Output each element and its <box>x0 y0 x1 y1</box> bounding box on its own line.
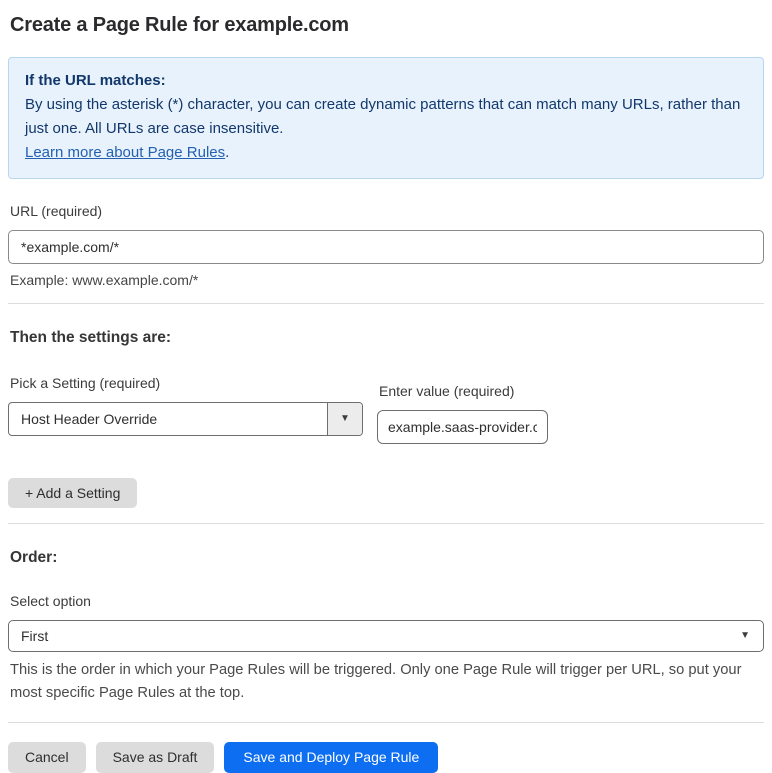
order-section-heading: Order: <box>10 549 58 566</box>
setting-picker-dropdown-button[interactable]: ▼ <box>327 403 362 435</box>
page-title: Create a Page Rule for example.com <box>10 14 349 36</box>
save-as-draft-button[interactable]: Save as Draft <box>95 741 215 773</box>
setting-picker-label: Pick a Setting (required) <box>10 375 161 391</box>
setting-value-column: Enter value (required) <box>377 383 548 444</box>
cancel-button[interactable]: Cancel <box>8 741 86 773</box>
info-box-body-text: By using the asterisk (*) character, you… <box>25 96 741 137</box>
order-selected-value: First <box>21 628 49 644</box>
url-input[interactable] <box>8 230 764 264</box>
order-select[interactable]: First ▼ <box>8 620 764 652</box>
setting-value-label: Enter value (required) <box>379 383 515 399</box>
order-help-text: This is the order in which your Page Rul… <box>10 662 742 701</box>
add-setting-button[interactable]: + Add a Setting <box>8 478 138 508</box>
divider <box>8 303 764 304</box>
setting-value-input[interactable] <box>377 410 548 444</box>
info-box-body: By using the asterisk (*) character, you… <box>25 93 747 165</box>
learn-more-link[interactable]: Learn more about Page Rules <box>25 144 225 161</box>
divider <box>8 523 764 524</box>
setting-picker-selected-value: Host Header Override <box>21 411 158 427</box>
save-and-deploy-button[interactable]: Save and Deploy Page Rule <box>224 741 439 773</box>
settings-section-heading: Then the settings are: <box>10 329 172 346</box>
chevron-down-icon: ▼ <box>340 413 350 424</box>
divider <box>8 721 764 723</box>
info-box-heading: If the URL matches: <box>25 72 166 89</box>
setting-picker-column: Pick a Setting (required) Host Header Ov… <box>8 375 363 436</box>
url-matches-info-box: If the URL matches: By using the asteris… <box>8 57 764 179</box>
setting-row: Pick a Setting (required) Host Header Ov… <box>8 375 764 444</box>
chevron-down-icon: ▼ <box>740 630 750 641</box>
link-period: . <box>225 144 230 161</box>
footer-button-row: Cancel Save as Draft Save and Deploy Pag… <box>8 741 764 773</box>
setting-picker-select[interactable]: Host Header Override ▼ <box>8 402 363 436</box>
url-example-text: Example: www.example.com/* <box>10 272 199 288</box>
url-field-label: URL (required) <box>10 203 103 219</box>
order-select-label: Select option <box>10 593 91 609</box>
